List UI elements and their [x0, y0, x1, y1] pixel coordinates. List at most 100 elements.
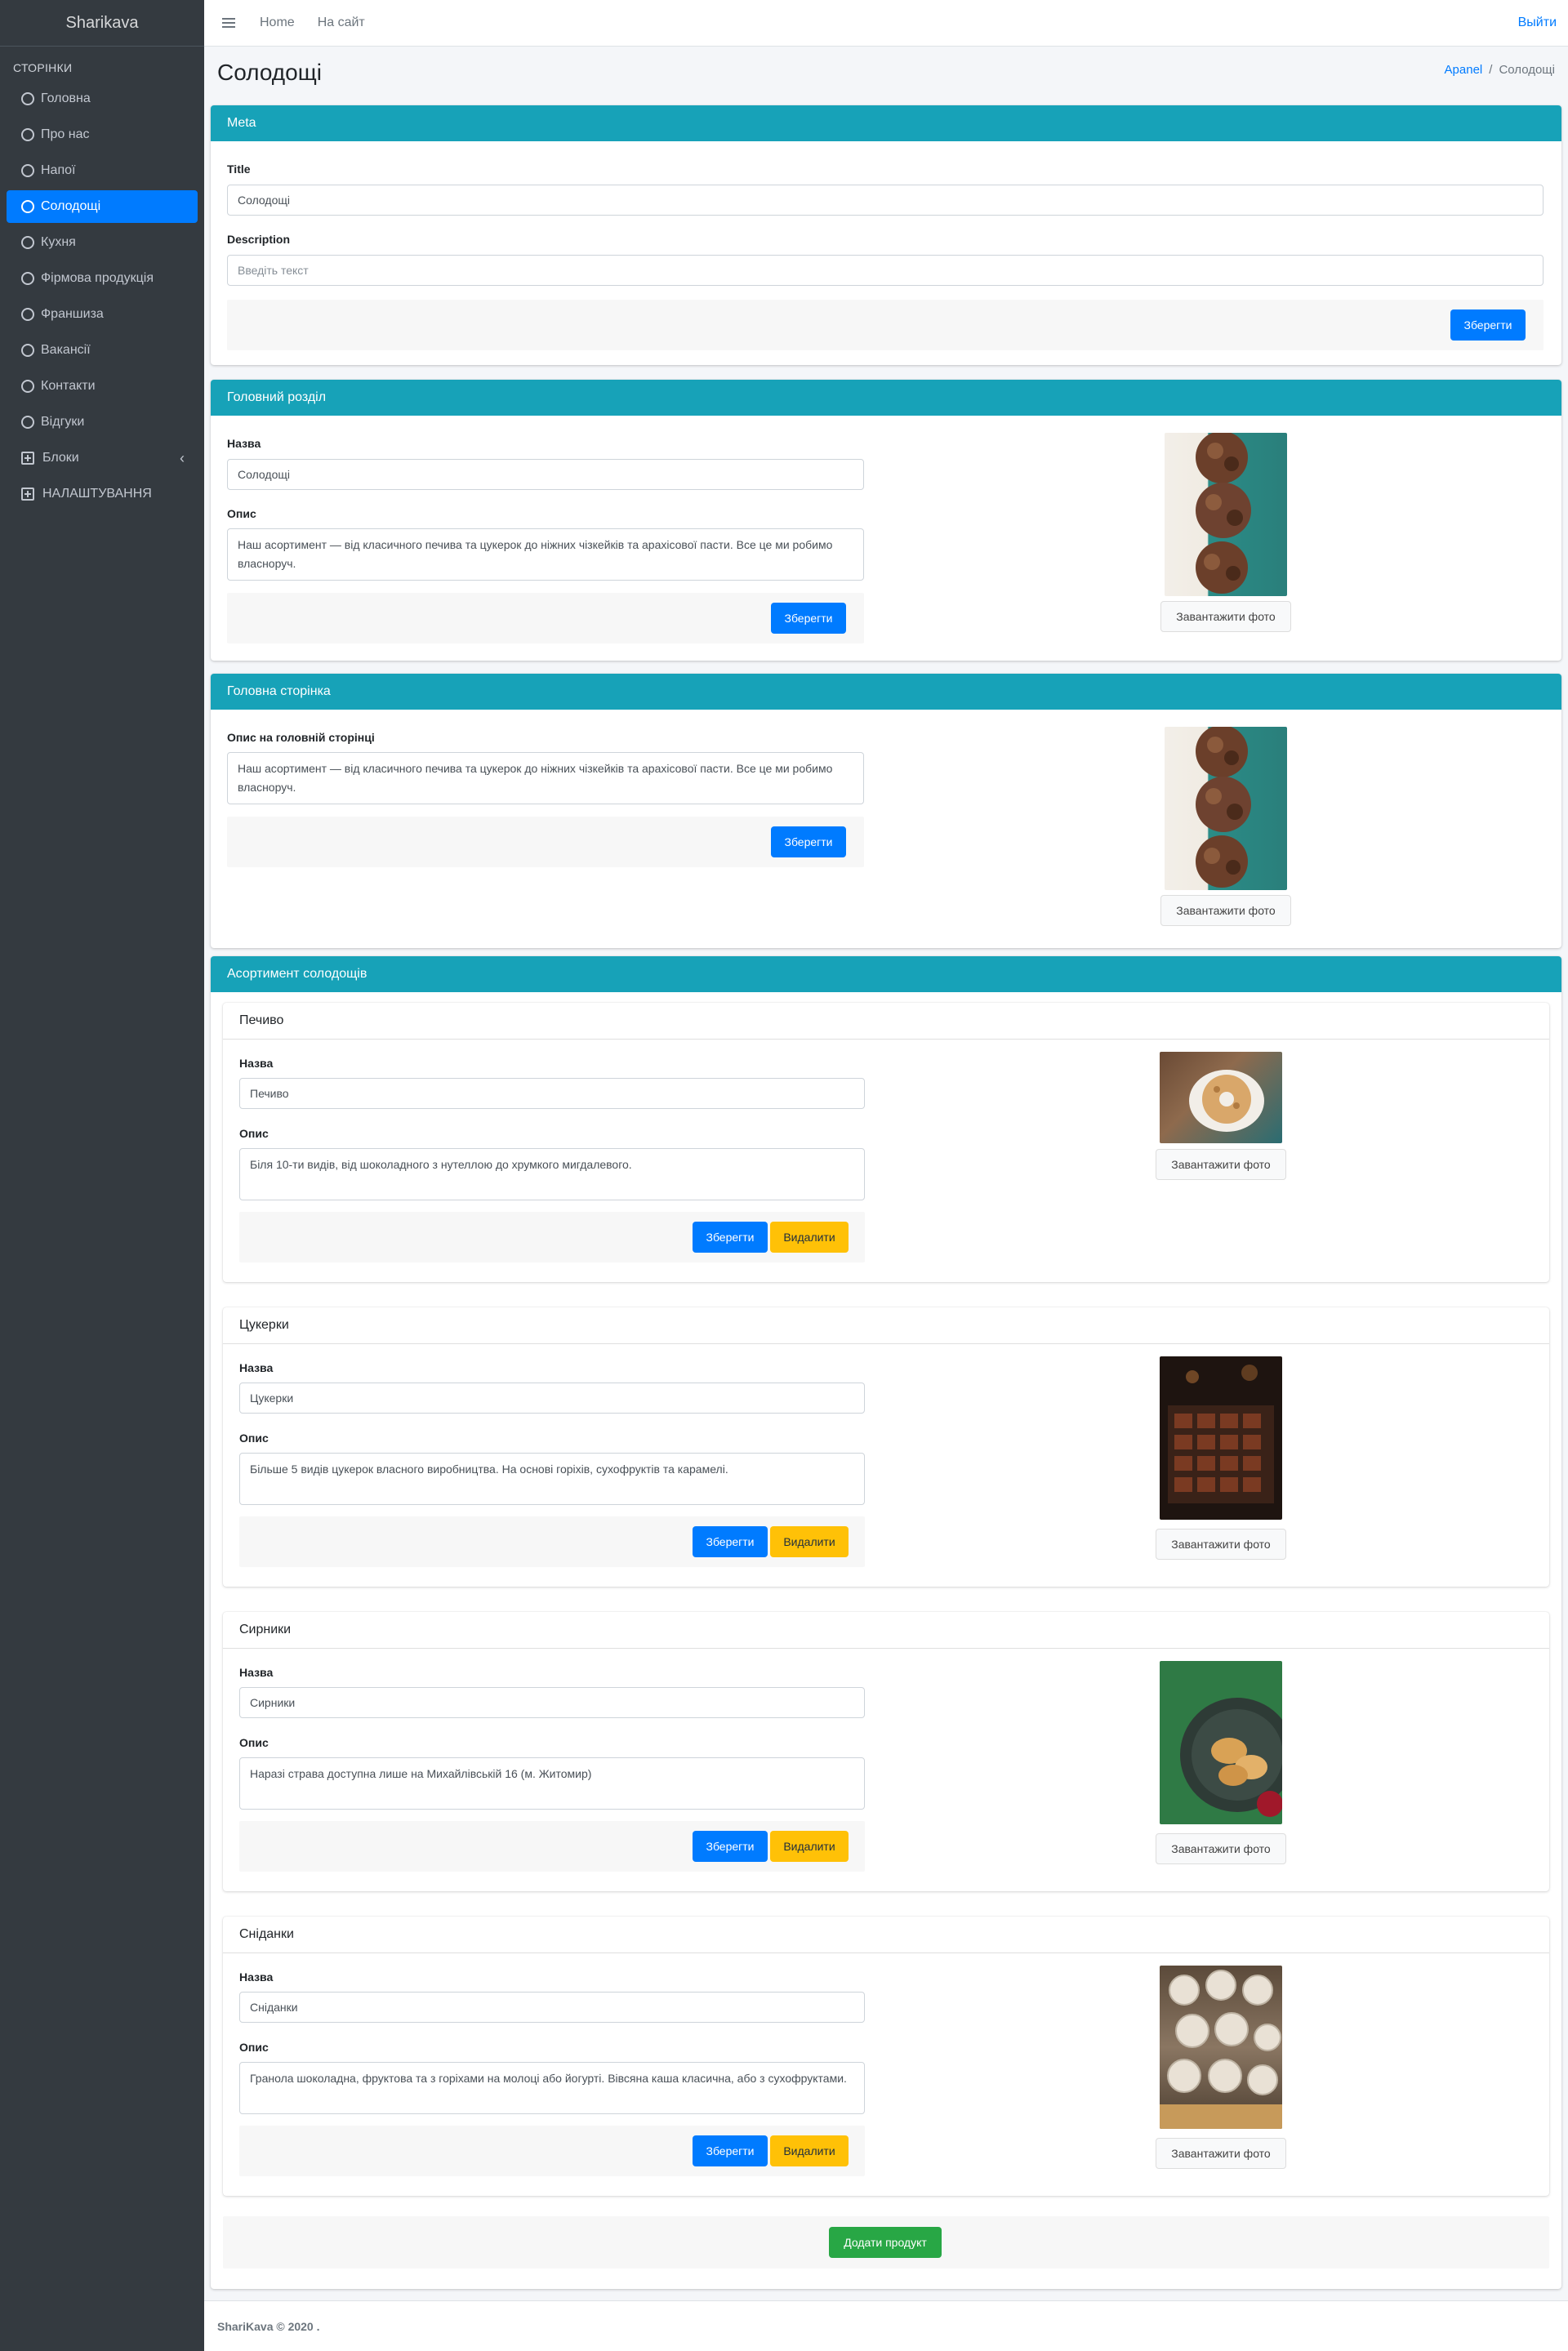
name-label: Назва [239, 1057, 274, 1070]
card-header: Головна сторінка [211, 674, 1561, 710]
description-textarea[interactable]: Більше 5 видів цукерок власного виробниц… [239, 1453, 865, 1505]
upload-photo-button[interactable]: Завантажити фото [1160, 601, 1291, 632]
sidebar-item-label: Солодощі [41, 199, 101, 213]
circle-icon [21, 344, 34, 357]
upload-photo-button[interactable]: Завантажити фото [1156, 2138, 1286, 2169]
delete-button[interactable]: Видалити [770, 1831, 849, 1862]
form-actions [227, 300, 1544, 350]
product-title: Сирники [223, 1612, 1549, 1649]
plus-square-icon [21, 488, 34, 501]
sidebar-item-settings[interactable]: НАЛАШТУВАННЯ [7, 478, 198, 510]
title-input[interactable]: Солодощі [227, 185, 1544, 216]
breadcrumb-link-apanel[interactable]: Apanel [1445, 63, 1483, 77]
sidebar-item-label: Напої [41, 163, 76, 177]
product-card: Цукерки Назва Цукерки Опис Більше 5 виді… [223, 1307, 1549, 1587]
form-actions [227, 593, 864, 643]
card-header: Meta [211, 105, 1561, 141]
description-label: Опис [239, 1127, 269, 1140]
sidebar-item-label: Франшиза [41, 307, 104, 321]
page-title: Солодощі [217, 60, 322, 85]
sidebar-item-vacancies[interactable]: Вакансії [7, 334, 198, 367]
description-input[interactable]: Введіть текст [227, 255, 1544, 286]
title-label: Title [227, 163, 251, 176]
name-input[interactable]: Цукерки [239, 1383, 865, 1414]
name-input[interactable]: Сніданки [239, 1992, 865, 2023]
circle-icon [21, 416, 34, 429]
sidebar-item-label: Кухня [41, 235, 76, 249]
top-navbar: Home На сайт Выйти [204, 0, 1568, 47]
circle-icon [21, 272, 34, 285]
sidebar-item-label: Головна [41, 91, 91, 105]
nav-link-home[interactable]: Home [260, 16, 295, 30]
delete-button[interactable]: Видалити [770, 2135, 849, 2166]
name-label: Назва [239, 1361, 274, 1374]
save-button[interactable]: Зберегти [693, 1222, 768, 1253]
save-button[interactable]: Зберегти [771, 603, 846, 634]
meta-card: Meta Title Солодощі Description Введіть … [211, 105, 1561, 365]
upload-photo-button[interactable]: Завантажити фото [1156, 1149, 1286, 1180]
sidebar-item-label: Фірмова продукція [41, 271, 154, 285]
product-title: Цукерки [223, 1307, 1549, 1344]
circle-icon [21, 200, 34, 213]
description-textarea[interactable]: Наш асортимент — від класичного печива т… [227, 528, 864, 581]
sidebar-item-kitchen[interactable]: Кухня [7, 226, 198, 259]
sidebar-item-contacts[interactable]: Контакти [7, 370, 198, 403]
save-button[interactable]: Зберегти [693, 1526, 768, 1557]
sidebar-item-sweets[interactable]: Солодощі [7, 190, 198, 223]
description-label: Опис [239, 2041, 269, 2054]
name-label: Назва [227, 437, 261, 450]
sidebar-item-about[interactable]: Про нас [7, 118, 198, 151]
save-button[interactable]: Зберегти [1450, 309, 1526, 341]
sidebar-item-franchise[interactable]: Франшиза [7, 298, 198, 331]
menu-toggle-icon[interactable] [222, 18, 235, 28]
save-button[interactable]: Зберегти [693, 1831, 768, 1862]
sidebar-item-branded-products[interactable]: Фірмова продукція [7, 262, 198, 295]
name-input[interactable]: Печиво [239, 1078, 865, 1109]
sidebar-item-home[interactable]: Головна [7, 82, 198, 115]
upload-photo-button[interactable]: Завантажити фото [1160, 895, 1291, 926]
upload-photo-button[interactable]: Завантажити фото [1156, 1833, 1286, 1864]
sidebar-item-reviews[interactable]: Відгуки [7, 406, 198, 439]
description-textarea[interactable]: Біля 10-ти видів, від шоколадного з нуте… [239, 1148, 865, 1200]
description-label: Опис [239, 1432, 269, 1445]
product-card: Печиво Назва Печиво Опис Біля 10-ти виді… [223, 1003, 1549, 1282]
card-header: Головний розділ [211, 380, 1561, 416]
name-input[interactable]: Сирники [239, 1687, 865, 1718]
circle-icon [21, 380, 34, 393]
main-section-card: Головний розділ Назва Солодощі Опис Наш … [211, 380, 1561, 661]
add-product-button[interactable]: Додати продукт [829, 2227, 942, 2258]
breadcrumb: Apanel / Солодощі [1445, 63, 1555, 77]
product-card: Сніданки Назва Сніданки Опис Гранола шок… [223, 1917, 1549, 2196]
description-label: Опис [239, 1736, 269, 1749]
circle-icon [21, 236, 34, 249]
product-photo [1160, 1661, 1282, 1824]
delete-button[interactable]: Видалити [770, 1222, 849, 1253]
home-photo [1165, 727, 1287, 890]
breadcrumb-separator: / [1489, 63, 1493, 77]
name-label: Назва [239, 1970, 274, 1984]
home-description-textarea[interactable]: Наш асортимент — від класичного печива т… [227, 752, 864, 804]
home-description-label: Опис на головній сторінці [227, 731, 375, 744]
sidebar-item-blocks[interactable]: Блоки ‹ [7, 442, 198, 474]
upload-photo-button[interactable]: Завантажити фото [1156, 1529, 1286, 1560]
brand-logo[interactable]: Sharikava [0, 0, 204, 47]
name-input[interactable]: Солодощі [227, 459, 864, 490]
name-label: Назва [239, 1666, 274, 1679]
page-footer: ShariKava © 2020 . [204, 2300, 1568, 2351]
description-label: Опис [227, 507, 256, 520]
sidebar-item-label: Відгуки [41, 415, 85, 429]
delete-button[interactable]: Видалити [770, 1526, 849, 1557]
logout-link[interactable]: Выйти [1518, 16, 1557, 30]
save-button[interactable]: Зберегти [771, 826, 846, 857]
save-button[interactable]: Зберегти [693, 2135, 768, 2166]
nav-link-site[interactable]: На сайт [318, 16, 365, 30]
sidebar-item-label: Вакансії [41, 343, 91, 357]
breadcrumb-current: Солодощі [1499, 63, 1555, 77]
description-textarea[interactable]: Гранола шоколадна, фруктова та з горіхам… [239, 2062, 865, 2114]
product-photo [1160, 1966, 1282, 2129]
card-header: Асортимент солодощів [211, 956, 1561, 992]
circle-icon [21, 164, 34, 177]
sidebar-item-label: Контакти [41, 379, 96, 393]
description-textarea[interactable]: Наразі страва доступна лише на Михайлівс… [239, 1757, 865, 1810]
sidebar-item-drinks[interactable]: Напої [7, 154, 198, 187]
